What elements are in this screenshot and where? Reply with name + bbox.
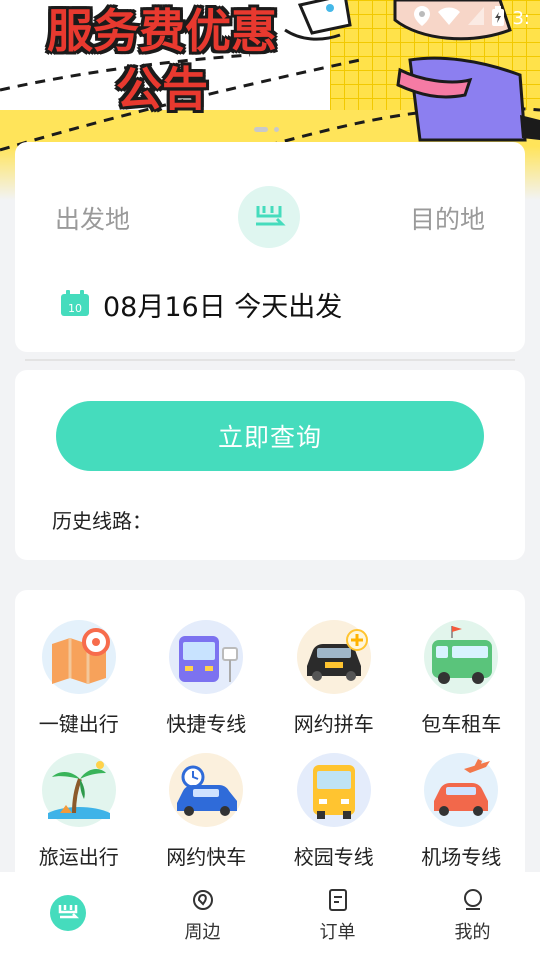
express-car-icon xyxy=(169,753,244,827)
tab-label: 周边 xyxy=(184,922,221,943)
tab-label: 订单 xyxy=(319,922,356,943)
banner-title-line2: 公告 xyxy=(116,62,208,116)
divider-notch-left xyxy=(9,353,23,367)
swap-icon xyxy=(256,206,286,226)
profile-icon xyxy=(463,889,482,910)
school-bus-icon xyxy=(296,753,371,827)
service-label: 快捷专线 xyxy=(166,712,247,736)
history-routes-label: 历史线路： xyxy=(52,509,152,533)
service-carpool[interactable]: 网约拼车 xyxy=(270,620,398,737)
pagination-dot xyxy=(274,127,279,132)
destination-field[interactable]: 目的地 xyxy=(410,200,485,236)
carpool-icon xyxy=(296,620,371,694)
banner-pagination xyxy=(254,127,279,132)
service-campus-line[interactable]: 校园专线 xyxy=(270,753,398,870)
service-express-car[interactable]: 网约快车 xyxy=(143,753,271,870)
route-card: 出发地 目的地 10 08月16日 今天出发 xyxy=(15,142,525,352)
query-card: 立即查询 历史线路： xyxy=(15,370,525,560)
service-label: 一键出行 xyxy=(38,712,119,736)
banner-title: 服务费优惠 公告 xyxy=(22,2,302,118)
service-express-line[interactable]: 快捷专线 xyxy=(143,620,271,737)
nearby-icon xyxy=(192,890,213,910)
departure-field[interactable]: 出发地 xyxy=(55,200,130,236)
service-airport-line[interactable]: 机场专线 xyxy=(398,753,526,870)
search-now-button[interactable]: 立即查询 xyxy=(56,401,484,471)
swap-route-button[interactable] xyxy=(238,186,300,248)
signal-icon xyxy=(468,6,485,30)
palm-tree-icon xyxy=(41,753,116,827)
service-label: 网约拼车 xyxy=(293,712,374,736)
calendar-day: 10 xyxy=(68,302,82,315)
battery-icon xyxy=(492,5,505,31)
service-label: 网约快车 xyxy=(166,845,247,869)
tab-orders[interactable]: 订单 xyxy=(270,872,405,960)
status-bar-icons: 3: xyxy=(414,5,530,31)
status-time: 3: xyxy=(512,7,530,29)
pagination-dot-active xyxy=(254,127,268,132)
bottom-tab-bar: 周边 订单 我的 xyxy=(0,872,540,960)
banner-title-line1: 服务费优惠 xyxy=(47,4,277,58)
bus-stop-icon xyxy=(169,620,244,694)
tab-label: 我的 xyxy=(454,922,491,943)
service-label: 包车租车 xyxy=(421,712,502,736)
charter-bus-icon xyxy=(424,620,499,694)
tab-nearby[interactable]: 周边 xyxy=(135,872,270,960)
service-label: 校园专线 xyxy=(293,845,374,869)
wifi-icon xyxy=(438,7,461,30)
calendar-icon: 10 xyxy=(61,289,89,320)
service-tourism-travel[interactable]: 旅运出行 xyxy=(15,753,143,870)
divider-notch-right xyxy=(517,353,531,367)
service-label: 旅运出行 xyxy=(38,845,119,869)
services-grid: 一键出行 快捷专线 网约拼车 包车租车 旅运出行 网约快车 校园专线 机场专线 xyxy=(15,620,525,870)
service-charter-rental[interactable]: 包车租车 xyxy=(398,620,526,737)
card-divider xyxy=(25,359,515,361)
orders-icon xyxy=(328,889,347,911)
date-selector[interactable]: 10 08月16日 今天出发 xyxy=(61,285,342,324)
tab-profile[interactable]: 我的 xyxy=(405,872,540,960)
service-one-click-travel[interactable]: 一键出行 xyxy=(15,620,143,737)
service-label: 机场专线 xyxy=(421,845,502,869)
map-pin-icon xyxy=(41,620,116,694)
home-logo-icon xyxy=(49,895,86,931)
location-icon xyxy=(414,5,431,31)
airport-car-icon xyxy=(424,753,499,827)
services-card: 一键出行 快捷专线 网约拼车 包车租车 旅运出行 网约快车 校园专线 机场专线 xyxy=(15,590,525,890)
departure-date: 08月16日 今天出发 xyxy=(103,292,343,323)
tab-home[interactable] xyxy=(0,872,135,960)
